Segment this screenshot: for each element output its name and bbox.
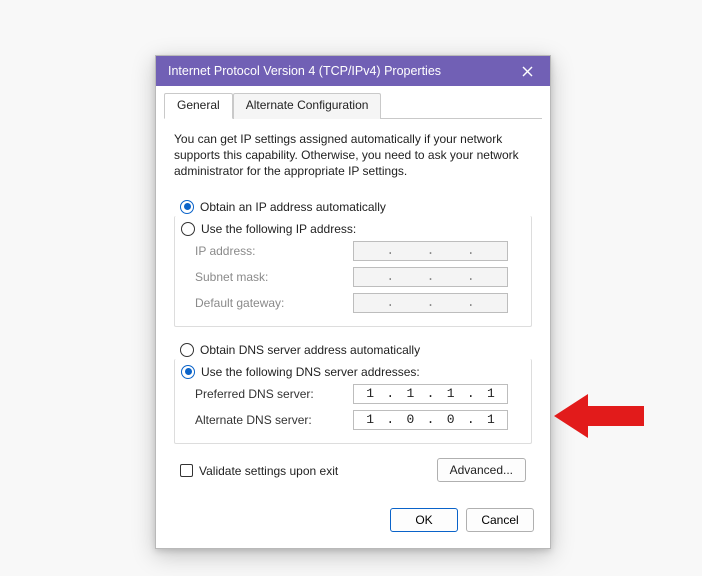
titlebar: Internet Protocol Version 4 (TCP/IPv4) P… bbox=[156, 56, 550, 86]
cancel-button[interactable]: Cancel bbox=[466, 508, 534, 532]
tab-alternate-configuration[interactable]: Alternate Configuration bbox=[233, 93, 382, 119]
ip-octet[interactable]: 1 bbox=[354, 412, 386, 427]
ipv4-properties-dialog: Internet Protocol Version 4 (TCP/IPv4) P… bbox=[155, 55, 551, 549]
default-gateway-input: ... bbox=[353, 293, 508, 313]
radio-icon bbox=[180, 343, 194, 357]
ip-address-label: IP address: bbox=[195, 244, 345, 258]
description-text: You can get IP settings assigned automat… bbox=[174, 131, 532, 180]
tab-content-general: You can get IP settings assigned automat… bbox=[156, 119, 550, 494]
preferred-dns-row: Preferred DNS server: 1. 1. 1. 1 bbox=[175, 381, 531, 407]
radio-use-following-ip[interactable]: Use the following IP address: bbox=[175, 216, 531, 238]
alternate-dns-label: Alternate DNS server: bbox=[195, 413, 345, 427]
checkbox-icon bbox=[180, 464, 193, 477]
ip-octet[interactable]: 1 bbox=[354, 386, 386, 401]
subnet-mask-label: Subnet mask: bbox=[195, 270, 345, 284]
tab-general[interactable]: General bbox=[164, 93, 233, 119]
ip-manual-group: Use the following IP address: IP address… bbox=[174, 216, 532, 327]
radio-label: Use the following IP address: bbox=[201, 222, 356, 236]
preferred-dns-input[interactable]: 1. 1. 1. 1 bbox=[353, 384, 508, 404]
dns-manual-group: Use the following DNS server addresses: … bbox=[174, 359, 532, 444]
annotation-arrow-icon bbox=[554, 388, 644, 444]
radio-label: Obtain an IP address automatically bbox=[200, 200, 386, 214]
preferred-dns-label: Preferred DNS server: bbox=[195, 387, 345, 401]
dialog-title: Internet Protocol Version 4 (TCP/IPv4) P… bbox=[168, 64, 441, 78]
tabstrip: General Alternate Configuration bbox=[156, 86, 550, 118]
radio-icon bbox=[181, 222, 195, 236]
close-button[interactable] bbox=[514, 60, 540, 82]
checkbox-label: Validate settings upon exit bbox=[199, 464, 338, 478]
radio-label: Use the following DNS server addresses: bbox=[201, 365, 420, 379]
subnet-mask-row: Subnet mask: ... bbox=[175, 264, 531, 290]
alternate-dns-row: Alternate DNS server: 1. 0. 0. 1 bbox=[175, 407, 531, 433]
default-gateway-row: Default gateway: ... bbox=[175, 290, 531, 316]
alternate-dns-input[interactable]: 1. 0. 0. 1 bbox=[353, 410, 508, 430]
ip-address-row: IP address: ... bbox=[175, 238, 531, 264]
validate-settings-checkbox[interactable]: Validate settings upon exit bbox=[180, 460, 346, 480]
radio-use-following-dns[interactable]: Use the following DNS server addresses: bbox=[175, 359, 531, 381]
ip-address-group: Obtain an IP address automatically Use t… bbox=[174, 196, 532, 327]
footer-row: Validate settings upon exit Advanced... bbox=[174, 456, 532, 482]
ip-octet[interactable]: 1 bbox=[435, 386, 467, 401]
radio-icon bbox=[180, 200, 194, 214]
default-gateway-label: Default gateway: bbox=[195, 296, 345, 310]
ip-octet[interactable]: 1 bbox=[394, 386, 426, 401]
radio-obtain-dns-auto[interactable]: Obtain DNS server address automatically bbox=[174, 339, 532, 359]
advanced-button[interactable]: Advanced... bbox=[437, 458, 526, 482]
ip-octet[interactable]: 0 bbox=[435, 412, 467, 427]
ip-octet[interactable]: 1 bbox=[475, 412, 507, 427]
radio-icon bbox=[181, 365, 195, 379]
dialog-button-row: OK Cancel bbox=[156, 494, 550, 548]
ip-octet[interactable]: 0 bbox=[394, 412, 426, 427]
radio-label: Obtain DNS server address automatically bbox=[200, 343, 420, 357]
ip-address-input: ... bbox=[353, 241, 508, 261]
dns-group-wrapper: Obtain DNS server address automatically … bbox=[174, 339, 532, 444]
ip-octet[interactable]: 1 bbox=[475, 386, 507, 401]
ok-button[interactable]: OK bbox=[390, 508, 458, 532]
close-icon bbox=[522, 66, 533, 77]
subnet-mask-input: ... bbox=[353, 267, 508, 287]
radio-obtain-ip-auto[interactable]: Obtain an IP address automatically bbox=[174, 196, 532, 216]
